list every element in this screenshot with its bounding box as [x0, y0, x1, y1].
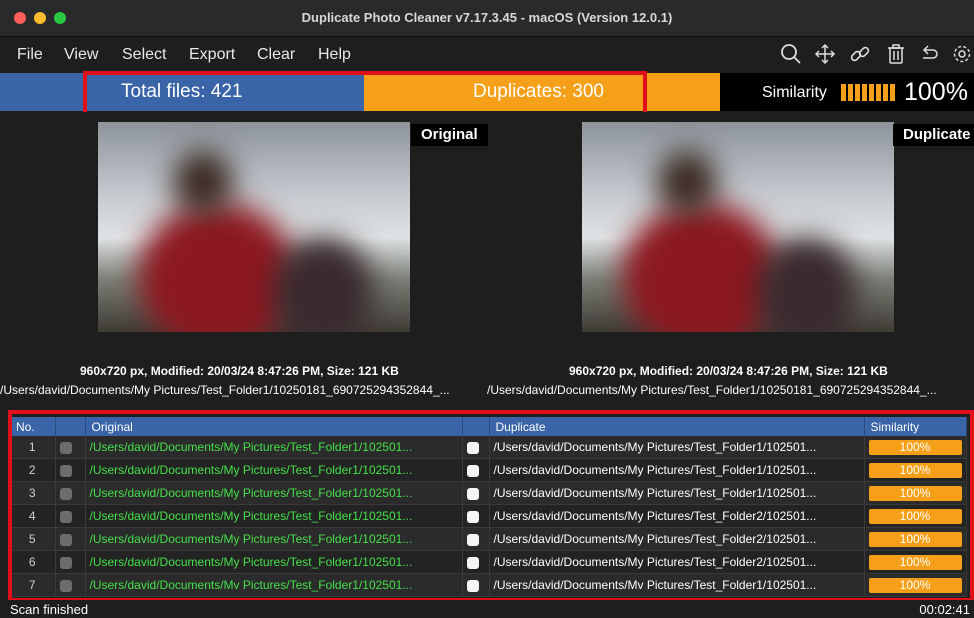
original-path-cell[interactable]: /Users/david/Documents/My Pictures/Test_… [85, 458, 463, 482]
window-title: Duplicate Photo Cleaner v7.17.3.45 - mac… [301, 10, 673, 25]
duplicate-path-cell[interactable]: /Users/david/Documents/My Pictures/Test_… [489, 527, 865, 551]
results-table-container: No. Original Duplicate Similarity 1 /Use… [10, 417, 974, 597]
duplicate-checkbox[interactable] [466, 487, 479, 500]
similarity-bar: 100% [868, 508, 962, 524]
original-checkbox[interactable] [59, 441, 72, 454]
header-similarity[interactable]: Similarity [864, 417, 967, 436]
trash-icon[interactable] [884, 42, 908, 66]
search-icon[interactable] [779, 42, 803, 66]
menu-view[interactable]: View [64, 46, 98, 64]
table-row[interactable]: 3 /Users/david/Documents/My Pictures/Tes… [10, 481, 967, 505]
elapsed-time: 00:02:41 [919, 602, 970, 617]
move-icon[interactable] [813, 42, 837, 66]
similarity-meter [841, 84, 897, 101]
original-checkbox[interactable] [59, 510, 72, 523]
original-meta: 960x720 px, Modified: 20/03/24 8:47:26 P… [80, 364, 399, 378]
total-files-label: Total files: 421 [121, 81, 243, 102]
duplicate-path-cell[interactable]: /Users/david/Documents/My Pictures/Test_… [489, 504, 865, 528]
table-header-row: No. Original Duplicate Similarity [10, 417, 967, 436]
table-row[interactable]: 1 /Users/david/Documents/My Pictures/Tes… [10, 436, 967, 459]
original-photo[interactable] [98, 122, 410, 332]
table-row[interactable]: 5 /Users/david/Documents/My Pictures/Tes… [10, 527, 967, 551]
similarity-label: Similarity [762, 84, 827, 101]
original-checkbox[interactable] [59, 533, 72, 546]
original-badge: Original [411, 124, 488, 146]
menu-help[interactable]: Help [318, 46, 351, 64]
row-number: 7 [10, 573, 56, 597]
original-checkbox[interactable] [59, 464, 72, 477]
menu-export[interactable]: Export [189, 46, 235, 64]
total-files-panel: Total files: 421 [0, 73, 364, 111]
original-path-cell[interactable]: /Users/david/Documents/My Pictures/Test_… [85, 436, 463, 459]
duplicate-checkbox[interactable] [466, 579, 479, 592]
stats-bar: Total files: 421 Duplicates: 300 Similar… [0, 73, 974, 111]
row-number: 6 [10, 550, 56, 574]
header-original-check[interactable] [55, 417, 86, 436]
original-path-cell[interactable]: /Users/david/Documents/My Pictures/Test_… [85, 504, 463, 528]
original-path: /Users/david/Documents/My Pictures/Test_… [0, 383, 450, 397]
duplicates-label: Duplicates: 300 [473, 81, 604, 102]
header-duplicate-check[interactable] [462, 417, 490, 436]
duplicate-checkbox[interactable] [466, 533, 479, 546]
menu-file[interactable]: File [17, 46, 43, 64]
duplicate-badge: Duplicate [893, 124, 974, 146]
similarity-bar: 100% [868, 439, 962, 455]
row-number: 1 [10, 436, 56, 459]
similarity-value: 100% [904, 78, 968, 106]
preview-area: Original Duplicate 960x720 px, Modified:… [0, 112, 974, 408]
results-table: No. Original Duplicate Similarity 1 /Use… [10, 417, 967, 597]
similarity-bar: 100% [868, 485, 962, 501]
duplicate-checkbox[interactable] [466, 556, 479, 569]
header-original[interactable]: Original [85, 417, 463, 436]
duplicate-checkbox[interactable] [466, 510, 479, 523]
row-number: 4 [10, 504, 56, 528]
duplicate-path-cell[interactable]: /Users/david/Documents/My Pictures/Test_… [489, 436, 865, 459]
title-bar: Duplicate Photo Cleaner v7.17.3.45 - mac… [0, 0, 974, 37]
menu-clear[interactable]: Clear [257, 46, 295, 64]
table-row[interactable]: 2 /Users/david/Documents/My Pictures/Tes… [10, 458, 967, 482]
row-number: 5 [10, 527, 56, 551]
table-row[interactable]: 4 /Users/david/Documents/My Pictures/Tes… [10, 504, 967, 528]
table-row[interactable]: 6 /Users/david/Documents/My Pictures/Tes… [10, 550, 967, 574]
undo-icon[interactable] [917, 42, 941, 66]
duplicate-checkbox[interactable] [466, 441, 479, 454]
gear-icon[interactable] [950, 42, 974, 66]
status-bar: Scan finished 00:02:41 [0, 600, 974, 618]
similarity-bar: 100% [868, 554, 962, 570]
duplicate-path-cell[interactable]: /Users/david/Documents/My Pictures/Test_… [489, 458, 865, 482]
original-path-cell[interactable]: /Users/david/Documents/My Pictures/Test_… [85, 527, 463, 551]
row-number: 3 [10, 481, 56, 505]
duplicate-path-cell[interactable]: /Users/david/Documents/My Pictures/Test_… [489, 550, 865, 574]
original-path-cell[interactable]: /Users/david/Documents/My Pictures/Test_… [85, 481, 463, 505]
menu-select[interactable]: Select [122, 46, 166, 64]
header-duplicate[interactable]: Duplicate [489, 417, 865, 436]
duplicate-path-cell[interactable]: /Users/david/Documents/My Pictures/Test_… [489, 481, 865, 505]
duplicate-path-cell[interactable]: /Users/david/Documents/Mv Pictures/Test_… [489, 573, 865, 597]
similarity-bar: 100% [868, 462, 962, 478]
duplicates-panel: Duplicates: 300 [364, 73, 720, 111]
table-row[interactable]: 7 /Users/david/Documents/Mv Pictures/Tes… [10, 573, 967, 597]
similarity-bar: 100% [868, 577, 962, 593]
original-path-cell[interactable]: /Users/david/Documents/My Pictures/Test_… [85, 550, 463, 574]
duplicate-path: /Users/david/Documents/My Pictures/Test_… [487, 383, 937, 397]
row-number: 2 [10, 458, 56, 482]
menu-bar: File View Select Export Clear Help [0, 37, 974, 73]
duplicate-checkbox[interactable] [466, 464, 479, 477]
duplicate-photo[interactable] [582, 122, 894, 332]
similarity-bar: 100% [868, 531, 962, 547]
original-checkbox[interactable] [59, 579, 72, 592]
original-checkbox[interactable] [59, 556, 72, 569]
link-icon[interactable] [848, 42, 872, 66]
original-path-cell[interactable]: /Users/david/Documents/Mv Pictures/Test_… [85, 573, 463, 597]
status-text: Scan finished [10, 602, 89, 617]
header-no[interactable]: No. [10, 417, 56, 436]
duplicate-meta: 960x720 px, Modified: 20/03/24 8:47:26 P… [569, 364, 888, 378]
original-checkbox[interactable] [59, 487, 72, 500]
